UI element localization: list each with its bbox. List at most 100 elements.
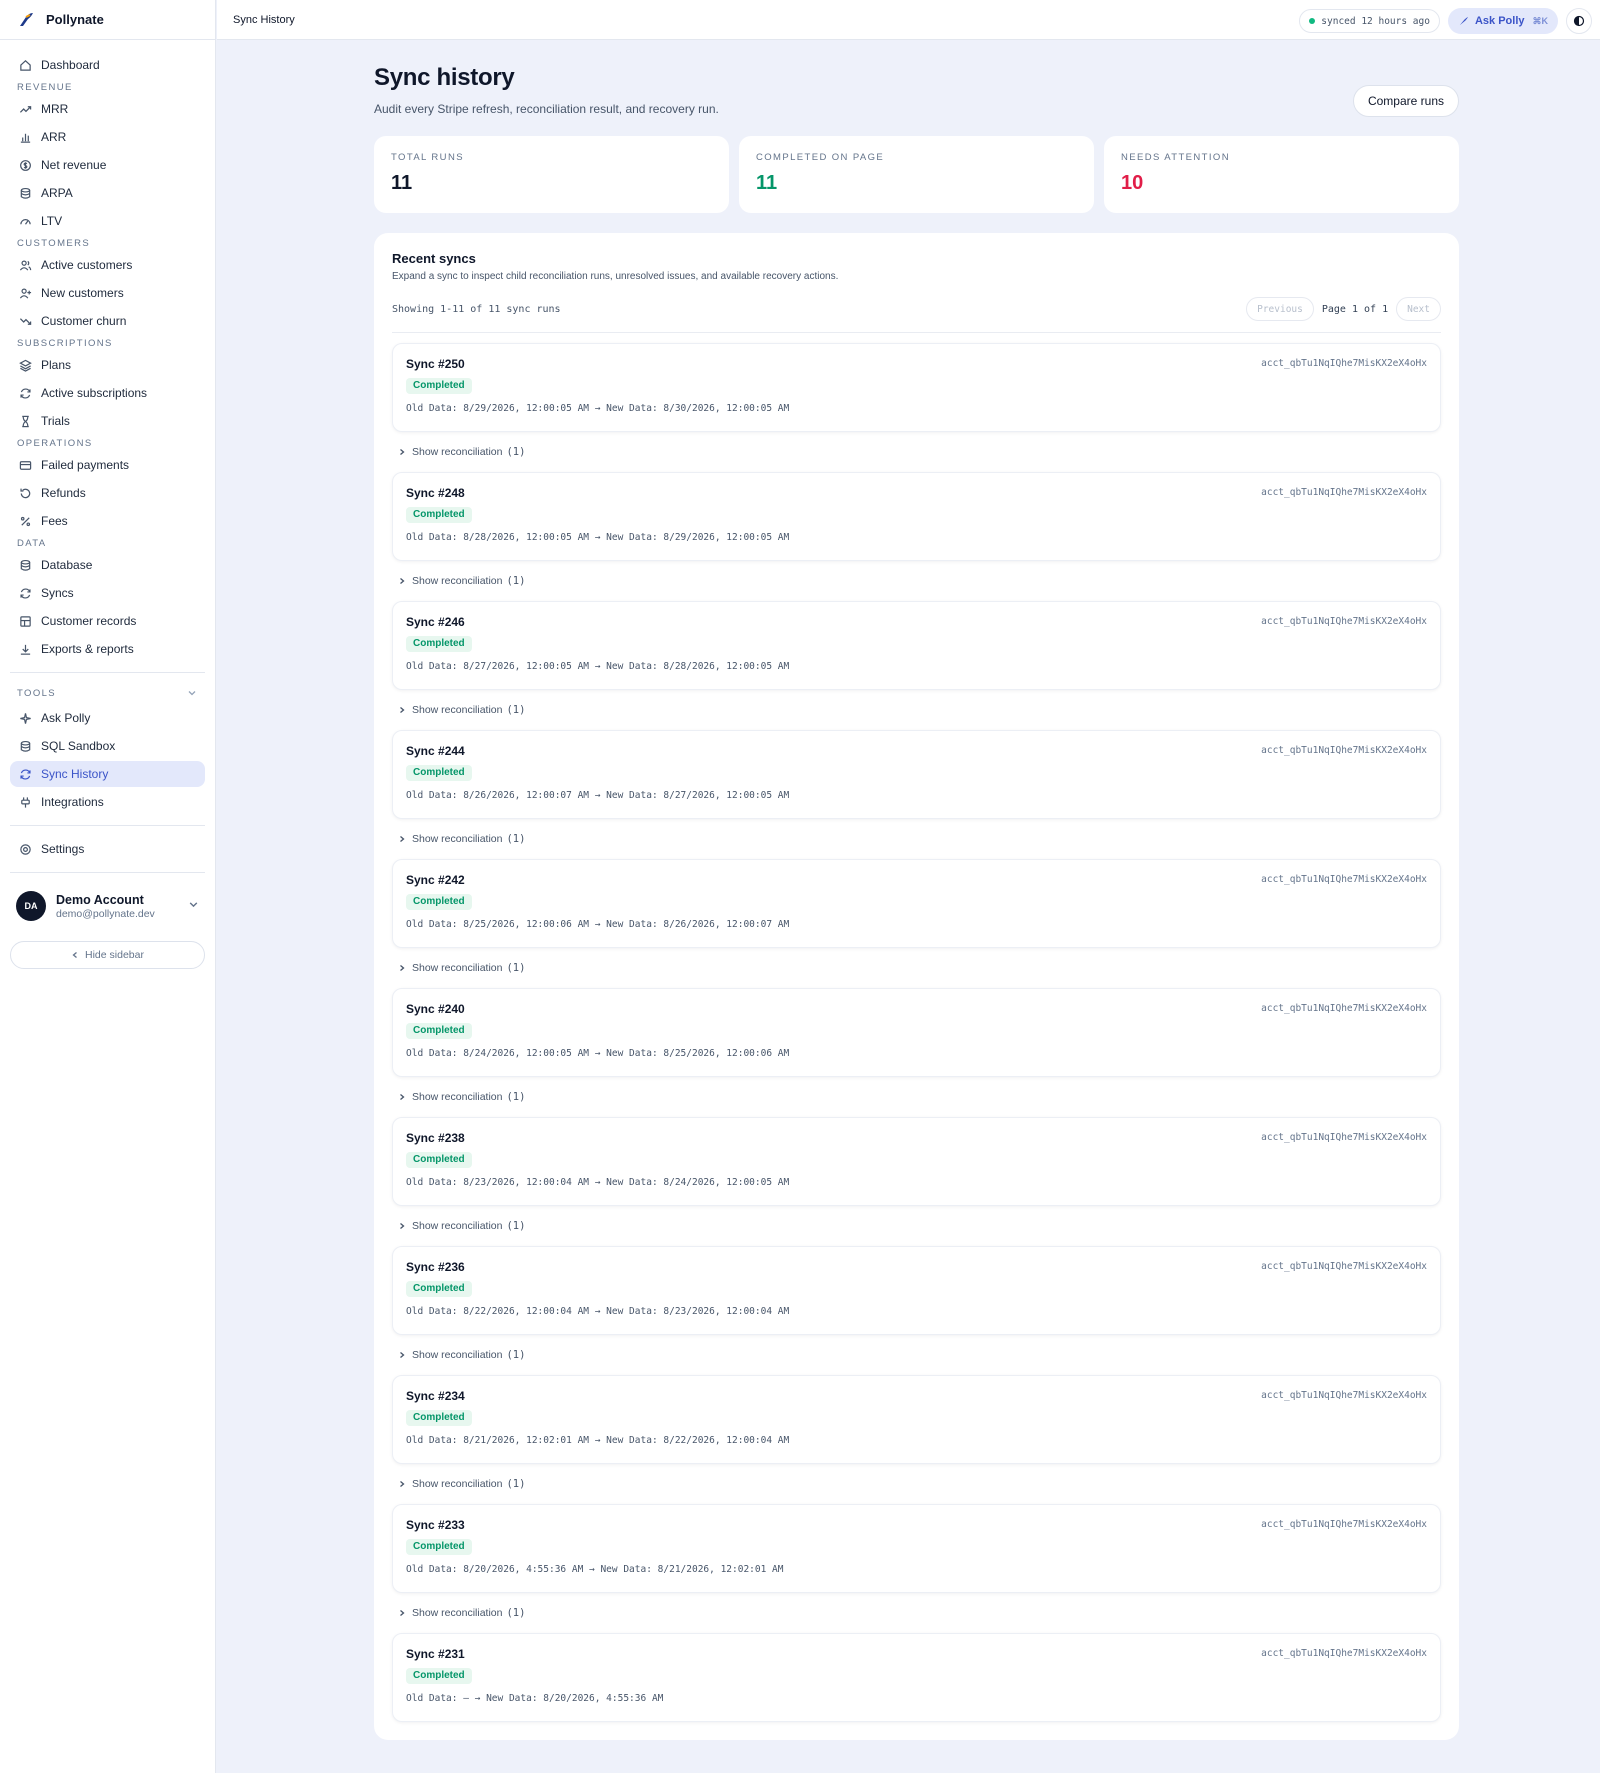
sync-card[interactable]: Sync #231 Completed Old Data: — → New Data… bbox=[392, 1633, 1441, 1722]
sync-card[interactable]: Sync #242 Completed Old Data: 8/25/2026, 1… bbox=[392, 859, 1441, 948]
show-reconciliation-toggle[interactable]: Show reconciliation (1) bbox=[392, 1206, 1441, 1246]
sidebar-item-label: Refunds bbox=[41, 486, 86, 500]
sidebar-item-fees[interactable]: Fees bbox=[10, 508, 205, 534]
sidebar-item-ltv[interactable]: LTV bbox=[10, 208, 205, 234]
show-reconciliation-toggle[interactable]: Show reconciliation (1) bbox=[392, 561, 1441, 601]
sidebar-item-integrations[interactable]: Integrations bbox=[10, 789, 205, 815]
compare-runs-button[interactable]: Compare runs bbox=[1352, 85, 1459, 117]
sync-date-range: Old Data: 8/22/2026, 12:00:04 AM → New D… bbox=[406, 1306, 790, 1317]
chevron-right-icon bbox=[398, 835, 406, 843]
sidebar-item-customer-churn[interactable]: Customer churn bbox=[10, 308, 205, 334]
sidebar-item-dashboard[interactable]: Dashboard bbox=[10, 52, 205, 78]
sidebar-item-label: SQL Sandbox bbox=[41, 739, 116, 753]
table-icon bbox=[18, 614, 32, 628]
show-reconciliation-label: Show reconciliation bbox=[412, 1220, 503, 1232]
stripe-account-id: acct_qbTu1NqIQhe7MisKX2eX4oHx bbox=[1261, 1390, 1427, 1401]
plug-icon bbox=[18, 795, 32, 809]
chevron-right-icon bbox=[398, 1093, 406, 1101]
page-title: Sync history bbox=[374, 64, 515, 91]
sync-status-pill[interactable]: synced 12 hours ago bbox=[1299, 9, 1440, 33]
gear-icon bbox=[18, 842, 32, 856]
refresh-icon bbox=[18, 586, 32, 600]
sidebar-item-label: Plans bbox=[41, 358, 72, 372]
show-reconciliation-toggle[interactable]: Show reconciliation (1) bbox=[392, 690, 1441, 730]
sync-date-range: Old Data: 8/21/2026, 12:02:01 AM → New D… bbox=[406, 1435, 790, 1446]
sidebar-item-trials[interactable]: Trials bbox=[10, 408, 205, 434]
main-content: Sync history Audit every Stripe refresh,… bbox=[374, 40, 1459, 1740]
show-reconciliation-toggle[interactable]: Show reconciliation (1) bbox=[392, 1593, 1441, 1633]
sync-status-text: synced 12 hours ago bbox=[1321, 15, 1430, 27]
show-reconciliation-toggle[interactable]: Show reconciliation (1) bbox=[392, 432, 1441, 472]
sidebar-item-customer-records[interactable]: Customer records bbox=[10, 608, 205, 634]
hide-sidebar-button[interactable]: Hide sidebar bbox=[10, 941, 205, 969]
next-page-button[interactable]: Next bbox=[1396, 297, 1441, 321]
pollynate-logo-icon bbox=[16, 10, 36, 30]
sidebar-item-exports-and-reports[interactable]: Exports & reports bbox=[10, 636, 205, 662]
show-reconciliation-toggle[interactable]: Show reconciliation (1) bbox=[392, 819, 1441, 859]
sidebar-item-net-revenue[interactable]: Net revenue bbox=[10, 152, 205, 178]
sync-date-range: Old Data: 8/23/2026, 12:00:04 AM → New D… bbox=[406, 1177, 790, 1188]
tools-section-header[interactable]: TOOLS bbox=[10, 683, 205, 705]
sync-card[interactable]: Sync #236 Completed Old Data: 8/22/2026, 1… bbox=[392, 1246, 1441, 1335]
sync-card[interactable]: Sync #246 Completed Old Data: 8/27/2026, 1… bbox=[392, 601, 1441, 690]
breadcrumb: Sync History bbox=[233, 13, 295, 26]
show-reconciliation-toggle[interactable]: Show reconciliation (1) bbox=[392, 1335, 1441, 1375]
stat-card-needs-attention: NEEDS ATTENTION 10 bbox=[1104, 136, 1459, 213]
sidebar-item-mrr[interactable]: MRR bbox=[10, 96, 205, 122]
page-header: Sync history Audit every Stripe refresh,… bbox=[374, 40, 1459, 136]
show-reconciliation-toggle[interactable]: Show reconciliation (1) bbox=[392, 1464, 1441, 1504]
sidebar-item-label: Customer churn bbox=[41, 314, 127, 328]
show-reconciliation-label: Show reconciliation bbox=[412, 1349, 503, 1361]
sidebar-item-database[interactable]: Database bbox=[10, 552, 205, 578]
account-menu[interactable]: DA Demo Account demo@pollynate.dev bbox=[10, 883, 205, 929]
sidebar-item-sql-sandbox[interactable]: SQL Sandbox bbox=[10, 733, 205, 759]
sidebar-item-sync-history[interactable]: Sync History bbox=[10, 761, 205, 787]
sidebar-item-failed-payments[interactable]: Failed payments bbox=[10, 452, 205, 478]
status-badge: Completed bbox=[406, 636, 472, 652]
sidebar-item-label: Dashboard bbox=[41, 58, 100, 72]
sidebar-item-refunds[interactable]: Refunds bbox=[10, 480, 205, 506]
sidebar-item-active-customers[interactable]: Active customers bbox=[10, 252, 205, 278]
show-reconciliation-label: Show reconciliation bbox=[412, 833, 503, 845]
sync-card[interactable]: Sync #248 Completed Old Data: 8/28/2026, 1… bbox=[392, 472, 1441, 561]
reconciliation-count: (1) bbox=[506, 1478, 526, 1490]
sidebar-item-label: New customers bbox=[41, 286, 124, 300]
sidebar-item-label: Failed payments bbox=[41, 458, 130, 472]
theme-toggle-button[interactable] bbox=[1566, 8, 1592, 34]
show-reconciliation-toggle[interactable]: Show reconciliation (1) bbox=[392, 1077, 1441, 1117]
sidebar-item-active-subscriptions[interactable]: Active subscriptions bbox=[10, 380, 205, 406]
sidebar-item-syncs[interactable]: Syncs bbox=[10, 580, 205, 606]
sidebar-item-ask-polly[interactable]: Ask Polly bbox=[10, 705, 205, 731]
sidebar-item-new-customers[interactable]: New customers bbox=[10, 280, 205, 306]
stripe-account-id: acct_qbTu1NqIQhe7MisKX2eX4oHx bbox=[1261, 358, 1427, 369]
sidebar-item-arr[interactable]: ARR bbox=[10, 124, 205, 150]
sidebar-item-settings[interactable]: Settings bbox=[10, 836, 205, 862]
sidebar-item-arpa[interactable]: ARPA bbox=[10, 180, 205, 206]
brand[interactable]: Pollynate bbox=[0, 0, 215, 40]
ask-polly-button[interactable]: Ask Polly ⌘K bbox=[1447, 8, 1558, 34]
refresh-icon bbox=[18, 767, 32, 781]
stat-value: 11 bbox=[391, 172, 413, 194]
hourglass-icon bbox=[18, 414, 32, 428]
reconciliation-count: (1) bbox=[506, 446, 526, 458]
sidebar-item-label: Active customers bbox=[41, 258, 133, 272]
user-plus-icon bbox=[18, 286, 32, 300]
database-icon bbox=[18, 558, 32, 572]
sync-card[interactable]: Sync #244 Completed Old Data: 8/26/2026, 1… bbox=[392, 730, 1441, 819]
sidebar-item-label: Syncs bbox=[41, 586, 74, 600]
sync-card[interactable]: Sync #238 Completed Old Data: 8/23/2026, 1… bbox=[392, 1117, 1441, 1206]
rotate-ccw-icon bbox=[18, 486, 32, 500]
sync-card[interactable]: Sync #250 Completed Old Data: 8/29/2026, 1… bbox=[392, 343, 1441, 432]
sidebar-item-label: Exports & reports bbox=[41, 642, 134, 656]
sync-card[interactable]: Sync #240 Completed Old Data: 8/24/2026, 1… bbox=[392, 988, 1441, 1077]
percent-icon bbox=[18, 514, 32, 528]
sync-card[interactable]: Sync #234 Completed Old Data: 8/21/2026, 1… bbox=[392, 1375, 1441, 1464]
bar-chart-icon bbox=[18, 130, 32, 144]
page-info: Page 1 of 1 bbox=[1321, 303, 1389, 315]
previous-page-button[interactable]: Previous bbox=[1246, 297, 1314, 321]
sidebar-item-plans[interactable]: Plans bbox=[10, 352, 205, 378]
stat-label: COMPLETED ON PAGE bbox=[756, 152, 885, 163]
sync-card[interactable]: Sync #233 Completed Old Data: 8/20/2026, 4… bbox=[392, 1504, 1441, 1593]
show-reconciliation-toggle[interactable]: Show reconciliation (1) bbox=[392, 948, 1441, 988]
sync-date-range: Old Data: 8/28/2026, 12:00:05 AM → New D… bbox=[406, 532, 790, 543]
